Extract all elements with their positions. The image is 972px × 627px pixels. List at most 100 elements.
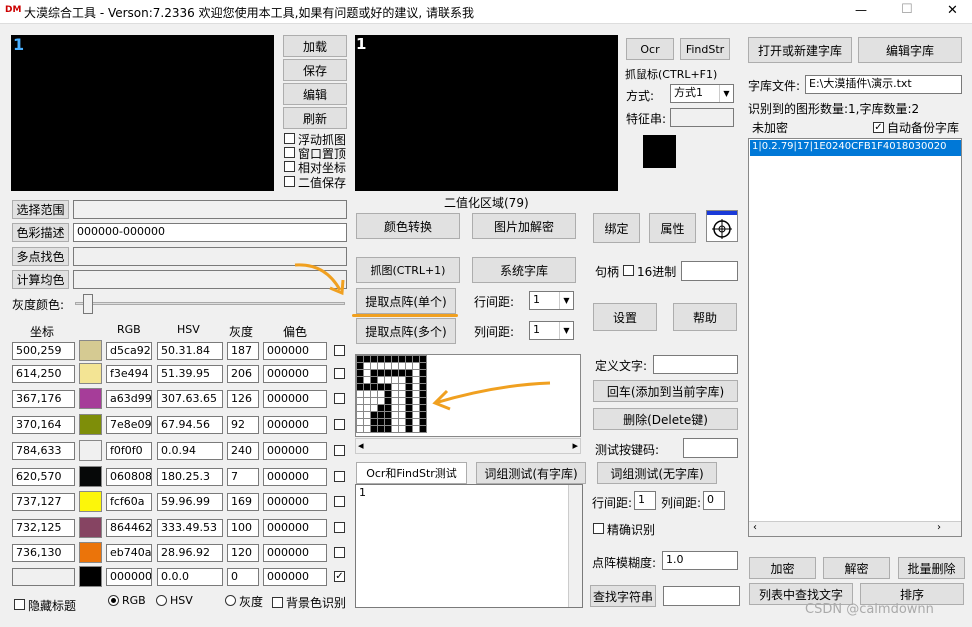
dot-cell[interactable] [398, 355, 406, 363]
row-offset-field[interactable]: 000000 [263, 365, 327, 383]
ocr-button[interactable]: Ocr [626, 38, 674, 60]
dot-cell[interactable] [363, 369, 371, 377]
row-offset-field[interactable]: 000000 [263, 568, 327, 586]
dot-cell[interactable] [398, 404, 406, 412]
row-rgb-field[interactable]: f0f0f0 [106, 442, 152, 460]
dot-cell[interactable] [370, 362, 378, 370]
dot-cell[interactable] [356, 362, 364, 370]
settings-button[interactable]: 设置 [593, 303, 657, 331]
row-color-swatch[interactable] [79, 414, 102, 435]
dot-cell[interactable] [356, 397, 364, 405]
dot-cell[interactable] [384, 369, 392, 377]
scroll-left-icon[interactable]: ‹ [753, 522, 757, 533]
calc-avg-button[interactable]: 计算均色 [12, 270, 69, 289]
row-hsv-field[interactable]: 0.0.94 [157, 442, 223, 460]
delete-button[interactable]: 删除(Delete键) [593, 408, 738, 430]
dot-cell[interactable] [384, 376, 392, 384]
lib-file-field[interactable]: E:\大漠插件\演示.txt [805, 75, 962, 94]
row-coord-field[interactable]: 614,250 [12, 365, 75, 383]
select-range-button[interactable]: 选择范围 [12, 200, 69, 219]
dot-cell[interactable] [363, 355, 371, 363]
dot-cell[interactable] [356, 411, 364, 419]
scroll-left-icon[interactable]: ◂ [358, 439, 364, 452]
row-color-swatch[interactable] [79, 517, 102, 538]
row-rgb-field[interactable]: 000000 [106, 568, 152, 586]
dot-cell[interactable] [363, 383, 371, 391]
color-convert-button[interactable]: 颜色转换 [356, 213, 460, 239]
feature-field[interactable] [670, 108, 734, 127]
dot-cell[interactable] [398, 425, 406, 433]
row-offset-field[interactable]: 000000 [263, 342, 327, 360]
row-color-swatch[interactable] [79, 340, 102, 361]
dot-cell[interactable] [370, 390, 378, 398]
edit-lib-button[interactable]: 编辑字库 [858, 37, 962, 63]
dot-cell[interactable] [398, 411, 406, 419]
dot-cell[interactable] [363, 390, 371, 398]
row-rgb-field[interactable]: a63d99 [106, 390, 152, 408]
row-offset-field[interactable]: 000000 [263, 416, 327, 434]
define-text-field[interactable] [653, 355, 738, 374]
enter-add-button[interactable]: 回车(添加到当前字库) [593, 380, 738, 402]
dot-cell[interactable] [405, 376, 413, 384]
row-hsv-field[interactable]: 0.0.0 [157, 568, 223, 586]
row-spacing-select[interactable]: 1 ▼ [529, 291, 574, 310]
row-gray-field[interactable]: 92 [227, 416, 259, 434]
row-color-swatch[interactable] [79, 440, 102, 461]
row-hsv-field[interactable]: 307.63.65 [157, 390, 223, 408]
row-rgb-field[interactable]: 864462 [106, 519, 152, 537]
save-button[interactable]: 保存 [283, 59, 347, 81]
dot-cell[interactable] [419, 355, 427, 363]
list-item[interactable]: 1|0.2.79|17|1E0240CFB1F4018030020 [750, 140, 961, 156]
dot-cell[interactable] [384, 355, 392, 363]
scroll-right-icon[interactable]: ▸ [572, 439, 578, 452]
dot-cell[interactable] [356, 383, 364, 391]
dot-cell[interactable] [391, 418, 399, 426]
dot-cell[interactable] [377, 369, 385, 377]
dot-cell[interactable] [384, 411, 392, 419]
dot-cell[interactable] [412, 404, 420, 412]
dot-cell[interactable] [377, 355, 385, 363]
dot-cell[interactable] [419, 362, 427, 370]
dot-cell[interactable] [356, 418, 364, 426]
dot-cell[interactable] [384, 390, 392, 398]
dot-cell[interactable] [412, 418, 420, 426]
dot-cell[interactable] [370, 404, 378, 412]
crosshair-icon[interactable] [706, 210, 738, 242]
row-coord-field[interactable]: 737,127 [12, 493, 75, 511]
row-coord-field[interactable]: 367,176 [12, 390, 75, 408]
row-offset-field[interactable]: 000000 [263, 519, 327, 537]
row-rgb-field[interactable]: fcf60a [106, 493, 152, 511]
decrypt-button[interactable]: 解密 [823, 557, 890, 579]
dot-cell[interactable] [391, 369, 399, 377]
dot-cell[interactable] [391, 355, 399, 363]
binary-save-checkbox[interactable] [284, 176, 295, 187]
scroll-right-icon[interactable]: › [937, 522, 941, 533]
close-button[interactable]: ✕ [947, 3, 958, 18]
hsv-radio[interactable] [156, 595, 167, 606]
dot-cell[interactable] [405, 404, 413, 412]
dot-cell[interactable] [412, 362, 420, 370]
middle-preview[interactable]: 1 [355, 35, 618, 191]
color-desc-button[interactable]: 色彩描述 [12, 223, 69, 242]
dot-cell[interactable] [377, 404, 385, 412]
row-hsv-field[interactable]: 59.96.99 [157, 493, 223, 511]
dot-cell[interactable] [398, 369, 406, 377]
row-gray-field[interactable]: 7 [227, 468, 259, 486]
dot-cell[interactable] [370, 383, 378, 391]
bind-button[interactable]: 绑定 [593, 213, 640, 243]
col-spacing-select[interactable]: 1 ▼ [529, 321, 574, 340]
dot-cell[interactable] [405, 418, 413, 426]
maximize-button[interactable]: ☐ [901, 2, 913, 17]
grab-button[interactable]: 抓图(CTRL+1) [356, 257, 460, 283]
row-color-swatch[interactable] [79, 566, 102, 587]
tab-group-nolib[interactable]: 词组测试(无字库) [597, 462, 717, 484]
dot-cell[interactable] [356, 355, 364, 363]
row-color-swatch[interactable] [79, 466, 102, 487]
handle-field[interactable] [681, 261, 738, 281]
attr-button[interactable]: 属性 [649, 213, 696, 243]
row-checkbox[interactable] [334, 496, 345, 507]
row-hsv-field[interactable]: 50.31.84 [157, 342, 223, 360]
dot-cell[interactable] [363, 404, 371, 412]
row-offset-field[interactable]: 000000 [263, 442, 327, 460]
dot-cell[interactable] [412, 411, 420, 419]
